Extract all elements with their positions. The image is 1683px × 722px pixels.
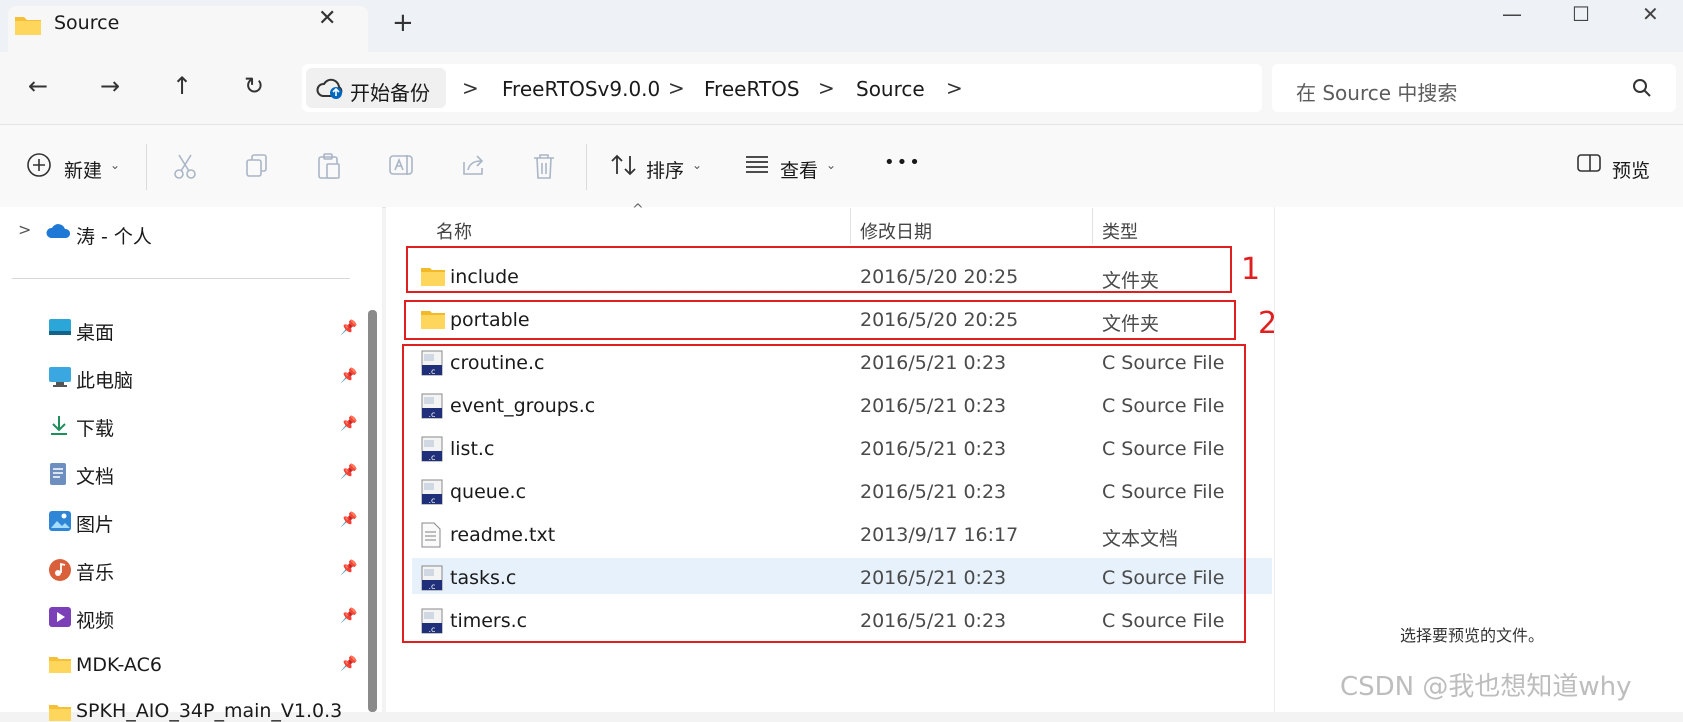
sort-button[interactable]: 排序: [646, 156, 684, 183]
breadcrumb-separator[interactable]: >: [818, 76, 835, 100]
paste-icon[interactable]: [316, 152, 342, 180]
cut-icon[interactable]: [172, 152, 198, 180]
forward-button[interactable]: →: [92, 72, 128, 100]
computer-icon: [49, 367, 71, 387]
folder-icon: [15, 17, 41, 35]
annotation-box-1: [406, 246, 1232, 293]
music-icon: [49, 559, 71, 581]
sort-icon[interactable]: [610, 152, 638, 178]
watermark: CSDN @我也想知道why: [1340, 672, 1632, 702]
tab-title: Source: [54, 12, 120, 34]
folder-icon: [49, 705, 71, 721]
delete-icon[interactable]: [532, 152, 556, 180]
rename-icon[interactable]: [388, 152, 416, 178]
cloud-backup-icon: [316, 78, 343, 99]
pin-icon[interactable]: 📌: [340, 464, 357, 480]
video-icon: [49, 607, 71, 627]
breadcrumb-separator[interactable]: >: [668, 76, 685, 100]
pin-icon[interactable]: 📌: [340, 512, 357, 528]
sidebar-item-music[interactable]: 音乐: [76, 558, 114, 585]
pin-icon[interactable]: 📌: [340, 416, 357, 432]
maximize-button[interactable]: ☐: [1572, 2, 1590, 26]
preview-button[interactable]: 预览: [1612, 156, 1650, 183]
sidebar-divider: [12, 278, 350, 279]
breadcrumb-source[interactable]: Source: [856, 77, 925, 101]
navigation-pane: [0, 207, 382, 712]
copy-icon[interactable]: [244, 152, 270, 178]
toolbar-divider: [586, 144, 587, 190]
pin-icon[interactable]: 📌: [340, 368, 357, 384]
view-icon[interactable]: [744, 152, 770, 176]
annotation-box-3: [402, 344, 1246, 643]
chevron-down-icon[interactable]: ⌄: [110, 158, 120, 172]
pin-icon[interactable]: 📌: [340, 320, 357, 336]
breadcrumb-separator[interactable]: >: [462, 76, 479, 100]
new-button[interactable]: 新建: [64, 156, 102, 183]
close-tab-icon[interactable]: ✕: [318, 6, 336, 31]
sidebar-item-spkh-aio[interactable]: SPKH_AIO_34P_main_V1.0.3: [76, 700, 342, 722]
chevron-down-icon[interactable]: ⌄: [826, 158, 836, 172]
download-icon: [51, 416, 67, 435]
chevron-down-icon[interactable]: ⌄: [692, 158, 702, 172]
sort-ascending-icon: ^: [632, 202, 644, 218]
pin-icon[interactable]: 📌: [340, 656, 357, 672]
up-button[interactable]: ↑: [164, 72, 200, 100]
column-divider[interactable]: [1092, 208, 1093, 244]
folder-icon: [49, 657, 71, 673]
preview-pane-icon[interactable]: [1576, 152, 1602, 174]
sidebar-item-computer[interactable]: 此电脑: [76, 366, 133, 393]
pin-icon[interactable]: 📌: [340, 560, 357, 576]
pictures-icon: [49, 511, 71, 531]
more-options-button[interactable]: •••: [884, 152, 922, 173]
view-button[interactable]: 查看: [780, 156, 818, 183]
column-header-date[interactable]: 修改日期: [860, 218, 932, 244]
annotation-number-1: 1: [1241, 252, 1261, 287]
sidebar-item-desktop[interactable]: 桌面: [76, 318, 114, 345]
column-header-name[interactable]: 名称: [436, 218, 472, 244]
breadcrumb-freertosv9[interactable]: FreeRTOSv9.0.0: [502, 77, 660, 101]
document-icon: [50, 463, 66, 485]
breadcrumb-freertos[interactable]: FreeRTOS: [704, 77, 800, 101]
preview-empty-text: 选择要预览的文件。: [1400, 626, 1545, 645]
share-icon[interactable]: [460, 152, 488, 178]
annotation-box-2: [404, 300, 1236, 340]
close-window-button[interactable]: ✕: [1642, 2, 1659, 26]
new-plus-icon[interactable]: [26, 152, 52, 178]
pin-icon[interactable]: 📌: [340, 608, 357, 624]
refresh-button[interactable]: ↻: [236, 72, 272, 100]
sidebar-item-mdk-ac6[interactable]: MDK-AC6: [76, 654, 162, 676]
search-icon[interactable]: [1632, 78, 1652, 98]
sidebar-item-documents[interactable]: 文档: [76, 462, 114, 489]
desktop-icon: [49, 319, 71, 335]
toolbar-divider: [146, 144, 147, 190]
sidebar-item-pictures[interactable]: 图片: [76, 510, 114, 537]
column-divider[interactable]: [850, 208, 851, 244]
sidebar-scrollbar[interactable]: [368, 310, 377, 712]
sidebar-item-downloads[interactable]: 下载: [76, 414, 114, 441]
sidebar-item-onedrive[interactable]: 涛 - 个人: [76, 222, 152, 249]
back-button[interactable]: ←: [20, 72, 56, 100]
new-tab-button[interactable]: +: [392, 8, 414, 38]
onedrive-cloud-icon: [46, 224, 71, 238]
backup-label: 开始备份: [350, 81, 430, 105]
sidebar-item-videos[interactable]: 视频: [76, 606, 114, 633]
expand-chevron-icon[interactable]: >: [18, 220, 31, 239]
minimize-button[interactable]: —: [1502, 2, 1522, 26]
breadcrumb-separator[interactable]: >: [946, 76, 963, 100]
column-header-type[interactable]: 类型: [1102, 218, 1138, 244]
search-input[interactable]: 在 Source 中搜索: [1296, 77, 1457, 106]
